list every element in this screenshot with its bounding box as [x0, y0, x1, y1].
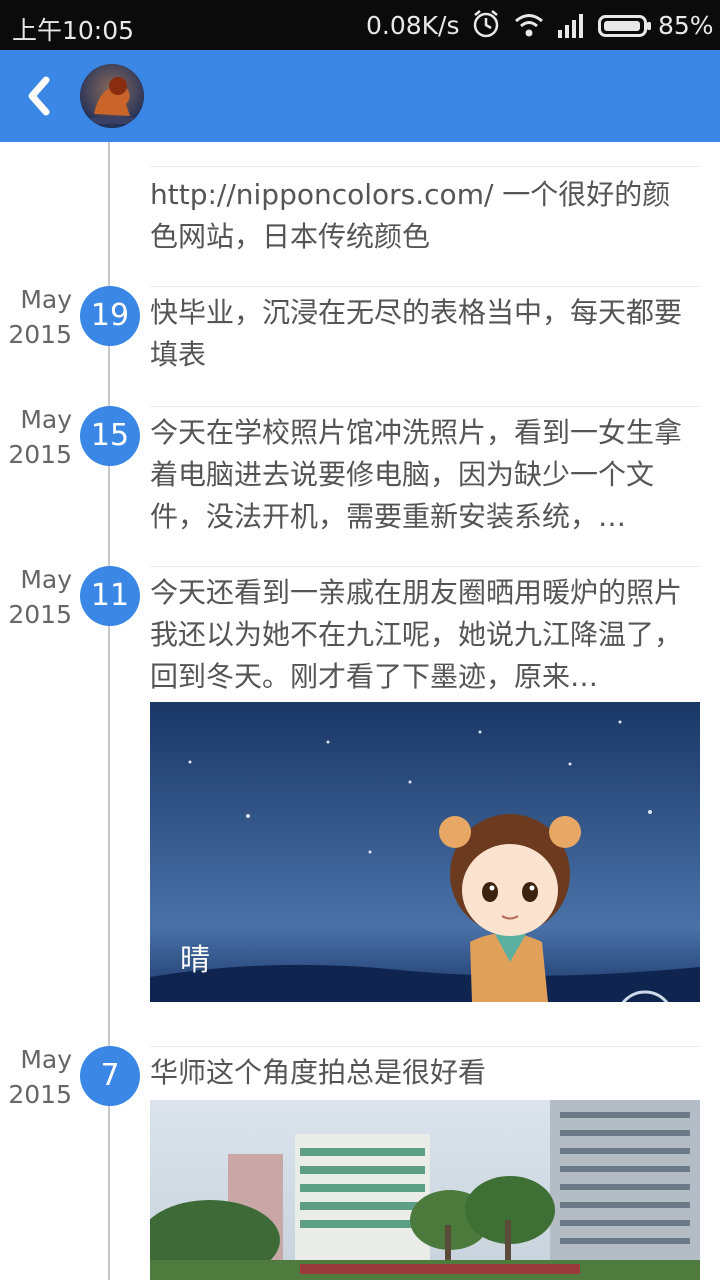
post-text[interactable]: 今天在学校照片馆冲洗照片，看到一女生拿着电脑进去说要修电脑，因为缺少一个文件，没… [150, 412, 695, 538]
divider [150, 286, 700, 287]
divider [150, 166, 700, 167]
date-year: 2015 [8, 440, 72, 469]
day-badge[interactable]: 19 [80, 286, 140, 346]
post-text[interactable]: 今天还看到一亲戚在朋友圈晒用暖炉的照片我还以为她不在九江呢，她说九江降温了，回到… [150, 572, 695, 698]
network-speed: 0.08K/s [366, 11, 460, 40]
date-month: May [20, 285, 72, 314]
day-badge[interactable]: 11 [80, 566, 140, 626]
back-chevron-icon[interactable] [18, 70, 58, 122]
date-year: 2015 [8, 1080, 72, 1109]
status-bar: 上午10:05 0.08K/s 85% [0, 0, 720, 50]
divider [150, 406, 700, 407]
weather-label: 晴 [180, 943, 210, 978]
status-time: 上午10:05 [12, 16, 135, 45]
wifi-icon [514, 12, 544, 44]
alarm-icon [472, 9, 500, 45]
date-month: May [20, 405, 72, 434]
date-month: May [20, 1045, 72, 1074]
avatar[interactable] [80, 64, 144, 128]
post-image[interactable]: 晴 [150, 702, 700, 1002]
post-text[interactable]: 快毕业，沉浸在无尽的表格当中，每天都要填表 [150, 292, 695, 376]
date-month: May [20, 565, 72, 594]
post-text[interactable]: 华师这个角度拍总是很好看 [150, 1052, 695, 1094]
divider [150, 1046, 700, 1047]
battery-percent: 85% [658, 11, 714, 40]
date-year: 2015 [8, 320, 72, 349]
day-badge[interactable]: 7 [80, 1046, 140, 1106]
signal-icon [556, 12, 588, 44]
day-badge[interactable]: 15 [80, 406, 140, 466]
battery-icon [598, 14, 652, 43]
post-image[interactable] [150, 1100, 700, 1280]
post-text[interactable]: http://nipponcolors.com/ 一个很好的颜色网站，日本传统颜… [150, 174, 695, 258]
date-year: 2015 [8, 600, 72, 629]
app-bar [0, 50, 720, 142]
divider [150, 566, 700, 567]
